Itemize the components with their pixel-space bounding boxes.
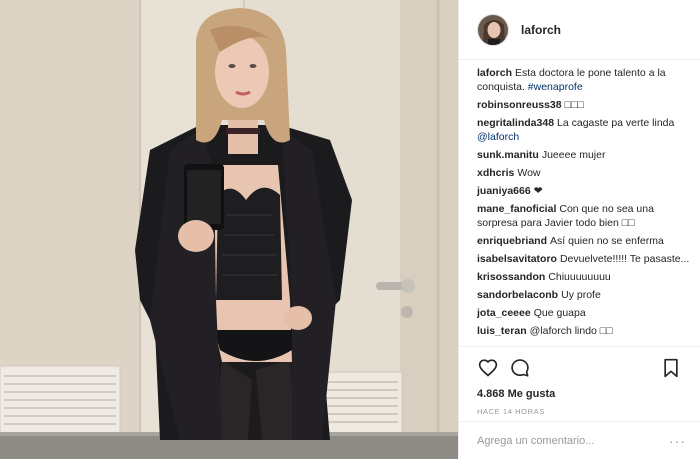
comment-text: @laforch lindo □□ — [529, 325, 613, 337]
photo-illustration — [0, 0, 458, 459]
comment-item: laforch Esta doctora le pone talento a la… — [477, 66, 692, 94]
likes-count[interactable]: 4.868 Me gusta — [477, 388, 682, 400]
comment-item: isabelsavitatoro Devuelvete!!!!! Te pasas… — [477, 252, 692, 266]
comment-item: sunk.manitu Jueeee mujer — [477, 148, 692, 162]
mention-link[interactable]: @laforch — [477, 131, 519, 143]
comment-author[interactable]: robinsonreuss38 — [477, 99, 562, 111]
bookmark-icon[interactable] — [660, 357, 682, 379]
post-header: laforch — [459, 0, 700, 60]
comment-item: luis_teran @laforch lindo □□ — [477, 324, 692, 338]
comment-author[interactable]: krisossandon — [477, 271, 545, 283]
comment-item: juaniya666 ❤ — [477, 184, 692, 198]
comment-item: mane_fanoficial Con que no sea una sorpre… — [477, 202, 692, 230]
comment-text: Wow — [517, 167, 541, 179]
comment-author[interactable]: negritalinda348 — [477, 117, 554, 129]
comment-text: Uy profe — [561, 289, 601, 301]
avatar[interactable] — [477, 13, 509, 46]
comment-item: robinsonreuss38 □□□ — [477, 98, 692, 112]
comment-text: La cagaste pa verte linda — [557, 117, 675, 129]
post-sidebar: laforch laforch Esta doctora le pone tale… — [458, 0, 700, 459]
avatar-image — [478, 14, 508, 45]
comment-text: Jueeee mujer — [541, 149, 606, 161]
comment-item: negritalinda348 La cagaste pa verte linda… — [477, 116, 692, 144]
comment-icon[interactable] — [509, 357, 531, 379]
comment-list: laforch Esta doctora le pone talento a la… — [477, 66, 692, 344]
username-link[interactable]: laforch — [521, 23, 561, 37]
comment-author[interactable]: isabelsavitatoro — [477, 253, 557, 265]
comment-text: □□□ — [564, 99, 584, 111]
hashtag-link[interactable]: #wenaprofe — [528, 81, 583, 93]
comment-input[interactable] — [477, 434, 669, 447]
comment-item: enriquebriand Así quien no se enferma — [477, 234, 692, 248]
comment-author[interactable]: juaniya666 — [477, 185, 531, 197]
comment-author[interactable]: sunk.manitu — [477, 149, 539, 161]
more-options-button[interactable]: ··· — [669, 433, 686, 449]
comment-item: xdhcris Wow — [477, 166, 692, 180]
post-actions: 4.868 Me gusta HACE 14 HORAS — [459, 346, 700, 416]
post-photo[interactable] — [0, 0, 458, 459]
comment-text: Así quien no se enferma — [550, 235, 664, 247]
comment-form: ··· — [459, 421, 700, 459]
comment-text: ❤ — [533, 185, 543, 197]
heart-icon[interactable] — [477, 357, 499, 379]
action-icons — [477, 355, 682, 381]
comment-author[interactable]: xdhcris — [477, 167, 514, 179]
comment-text: Chiuuuuuuuu — [548, 271, 611, 283]
post-timestamp: HACE 14 HORAS — [477, 407, 545, 416]
comment-item: jota_ceeee Que guapa — [477, 306, 692, 320]
comment-item: krisossandon Chiuuuuuuuu — [477, 270, 692, 284]
comment-author[interactable]: laforch — [477, 67, 512, 79]
comment-author[interactable]: enriquebriand — [477, 235, 547, 247]
comment-author[interactable]: luis_teran — [477, 325, 527, 337]
comment-author[interactable]: sandorbelaconb — [477, 289, 558, 301]
comment-author[interactable]: jota_ceeee — [477, 307, 531, 319]
comment-author[interactable]: mane_fanoficial — [477, 203, 556, 215]
comment-text: Que guapa — [533, 307, 586, 319]
comment-text: Devuelvete!!!!! Te pasaste... — [559, 253, 690, 265]
comment-item: sandorbelaconb Uy profe — [477, 288, 692, 302]
